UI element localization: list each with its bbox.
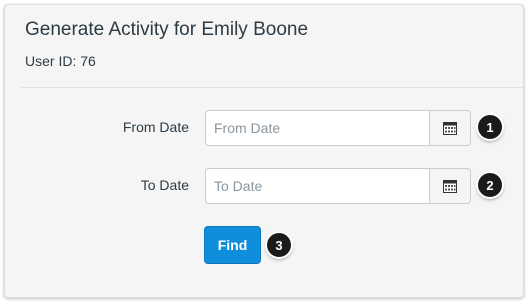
- to-date-label: To Date: [140, 177, 189, 193]
- activity-panel: Generate Activity for Emily Boone User I…: [4, 4, 524, 298]
- find-button[interactable]: Find: [204, 226, 261, 264]
- calendar-icon: [443, 121, 457, 135]
- callout-badge-1: 1: [478, 115, 502, 139]
- from-date-input[interactable]: [205, 110, 429, 146]
- user-id-text: User ID: 76: [25, 53, 96, 69]
- to-date-group: [205, 168, 471, 204]
- from-date-calendar-button[interactable]: [429, 110, 471, 146]
- to-date-calendar-button[interactable]: [429, 168, 471, 204]
- callout-badge-2: 2: [478, 173, 502, 197]
- from-date-label: From Date: [122, 119, 189, 135]
- page-title: Generate Activity for Emily Boone: [25, 19, 309, 40]
- from-date-group: [205, 110, 471, 146]
- divider: [21, 87, 523, 88]
- calendar-icon: [443, 179, 457, 193]
- callout-badge-3: 3: [267, 233, 291, 257]
- to-date-input[interactable]: [205, 168, 429, 204]
